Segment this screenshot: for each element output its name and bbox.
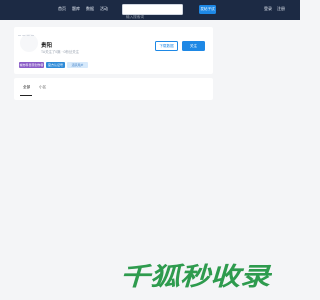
active-tab-indicator (20, 95, 32, 96)
nav-link-questions[interactable]: 题库 (72, 6, 80, 12)
nav-link-home[interactable]: 首页 (58, 6, 66, 12)
tab-all[interactable]: 全部 (23, 85, 30, 90)
tab-community[interactable]: 小区 (39, 85, 46, 90)
avatar (20, 34, 38, 52)
top-nav-bar: 首页 题库 数据 活动 发帖子试 登录 注册 (0, 0, 300, 22)
search-input[interactable] (123, 12, 182, 22)
badge-active: 活跃用户 (67, 62, 88, 68)
nav-link-events[interactable]: 活动 (100, 6, 108, 12)
login-link[interactable]: 登录 (264, 6, 272, 12)
profile-stats: TA关注了0篇 · 0粉丝关注 (41, 50, 79, 54)
nav-link-data[interactable]: 数据 (86, 6, 94, 12)
post-button[interactable]: 发帖子试 (199, 5, 216, 14)
search-box (122, 4, 183, 22)
tabs-card: 全部 小区 (14, 78, 213, 100)
profile-username: 贵阳 (41, 43, 53, 49)
follow-button[interactable]: 关注 (182, 41, 205, 51)
avatar-placeholder-icon (18, 35, 34, 36)
badge-creator: 城市科普原创作者 (19, 62, 44, 68)
watermark-logo: 千狐秒收录 (100, 262, 272, 291)
badge-verified: 官方认证号 (46, 62, 65, 68)
register-link[interactable]: 注册 (277, 6, 285, 12)
svg-text:千狐秒收录: 千狐秒收录 (120, 262, 272, 290)
download-data-button[interactable]: 下载数据 (155, 41, 178, 51)
